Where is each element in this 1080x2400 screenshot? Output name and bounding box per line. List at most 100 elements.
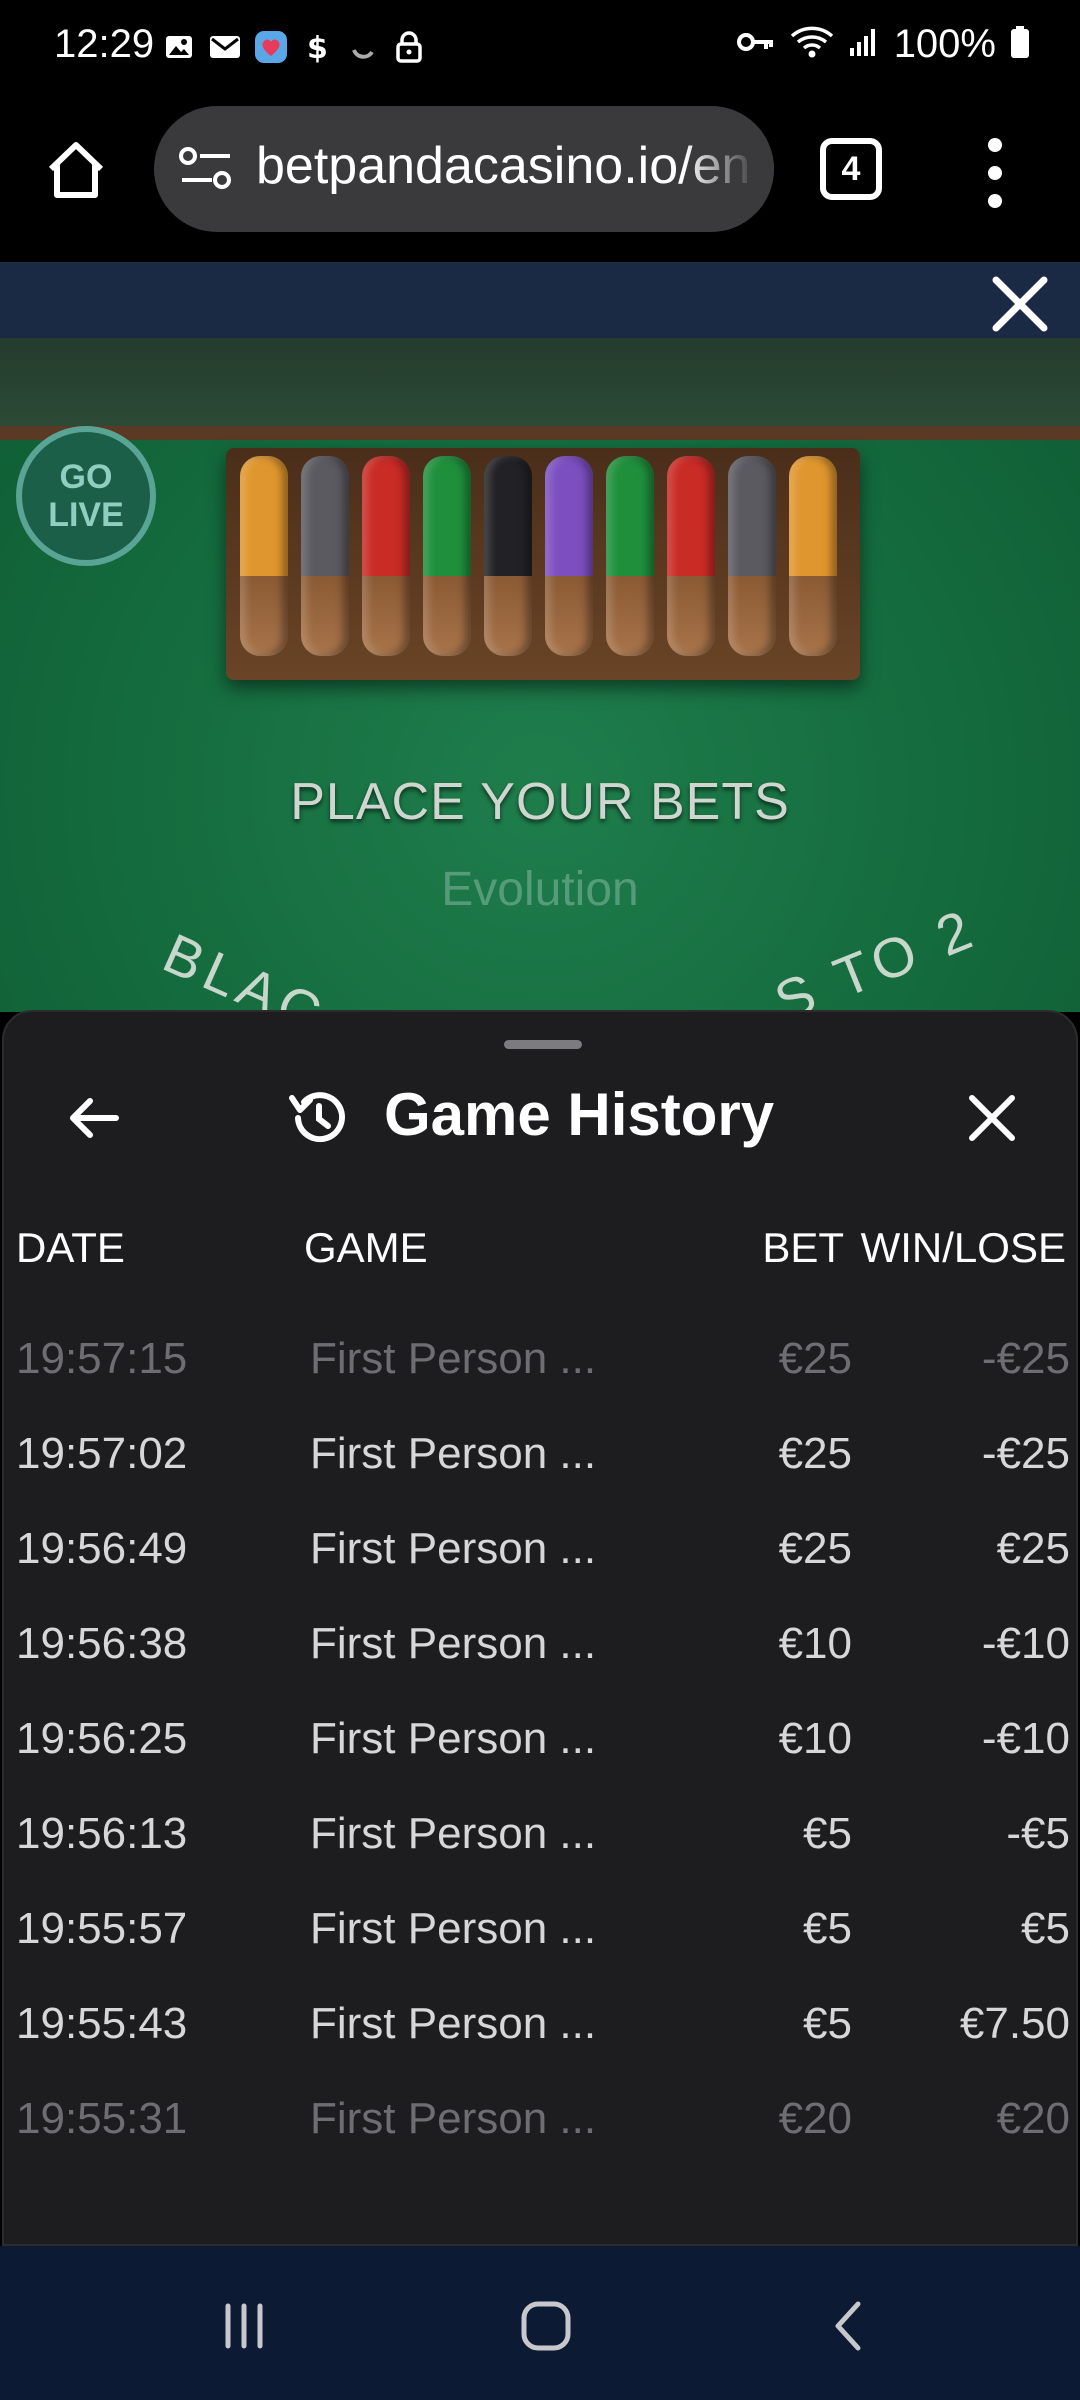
row-win-lose: €7.50: [959, 1999, 1070, 2048]
row-bet: €10: [778, 1619, 852, 1668]
browser-toolbar: betpandacasino.io/en 4: [0, 98, 1080, 262]
chip-stack: [484, 456, 532, 656]
battery-icon: [1010, 25, 1030, 64]
tabs-button[interactable]: 4: [820, 138, 882, 200]
row-date: 19:55:43: [16, 1999, 188, 2048]
row-date: 19:56:49: [16, 1524, 188, 1573]
row-game: First Person ...: [310, 1334, 597, 1383]
key-icon: [736, 30, 776, 59]
heart-app-icon: [254, 30, 288, 64]
close-game-icon[interactable]: [984, 268, 1056, 340]
chip-stack: [606, 456, 654, 656]
chip-stack: [545, 456, 593, 656]
row-date: 19:56:13: [16, 1809, 188, 1858]
recent-apps-icon[interactable]: [214, 2296, 274, 2356]
row-date: 19:55:57: [16, 1904, 188, 1953]
row-date: 19:57:15: [16, 1334, 188, 1383]
close-icon[interactable]: [962, 1088, 1022, 1148]
go-live-button[interactable]: GO LIVE: [16, 426, 156, 566]
drag-handle[interactable]: [504, 1040, 582, 1049]
chip-stack: [423, 456, 471, 656]
row-bet: €25: [778, 1334, 852, 1383]
table-rail: [0, 338, 1080, 426]
go-live-label: GO: [59, 458, 113, 496]
chip-tray: [226, 448, 860, 680]
column-header-date: DATE: [16, 1224, 125, 1271]
place-bets-text: PLACE YOUR BETS: [290, 773, 790, 831]
row-game: First Person ...: [310, 1904, 597, 1953]
row-win-lose: €25: [996, 1524, 1070, 1573]
history-row[interactable]: 19:57:02 First Person ... €25 -€25: [4, 1407, 1076, 1502]
history-row[interactable]: 19:55:43 First Person ... €5 €7.50: [4, 1977, 1076, 2072]
row-win-lose: -€25: [981, 1334, 1070, 1383]
row-game: First Person ...: [310, 1429, 597, 1478]
row-date: 19:56:38: [16, 1619, 188, 1668]
address-bar[interactable]: betpandacasino.io/en: [154, 106, 774, 232]
browser-menu-button[interactable]: [980, 138, 1010, 208]
row-bet: €10: [778, 1714, 852, 1763]
chip-stack: [667, 456, 715, 656]
system-nav-bar: [0, 2246, 1080, 2400]
column-header-bet: BET: [762, 1224, 844, 1271]
column-header-game: GAME: [304, 1224, 428, 1271]
row-game: First Person ...: [310, 1619, 597, 1668]
game-area[interactable]: GO LIVE PLACE YOUR BETS Evolution BLAC S…: [0, 262, 1080, 1012]
row-bet: €20: [778, 2094, 852, 2143]
column-header-win-lose: WIN/LOSE: [860, 1224, 1066, 1271]
history-row[interactable]: 19:56:25 First Person ... €10 -€10: [4, 1692, 1076, 1787]
row-game: First Person ...: [310, 2094, 597, 2143]
chip-stack: [728, 456, 776, 656]
row-win-lose: -€5: [1006, 1809, 1070, 1858]
history-row[interactable]: 19:56:38 First Person ... €10 -€10: [4, 1597, 1076, 1692]
status-right: 100%: [736, 22, 1030, 67]
signal-icon: [848, 26, 880, 63]
provider-logo-text: Evolution: [441, 863, 639, 916]
battery-percentage: 100%: [893, 22, 996, 66]
row-bet: €25: [778, 1524, 852, 1573]
history-row[interactable]: 19:55:57 First Person ... €5 €5: [4, 1882, 1076, 1977]
site-settings-icon[interactable]: [178, 146, 234, 192]
svg-text:$: $: [307, 31, 328, 64]
tab-count: 4: [841, 149, 861, 188]
row-game: First Person ...: [310, 1714, 597, 1763]
dollar-icon: $: [300, 30, 334, 64]
wifi-icon: [790, 24, 834, 65]
chip-stack: [789, 456, 837, 656]
row-game: First Person ...: [310, 1999, 597, 2048]
row-bet: €5: [803, 1999, 852, 2048]
home-icon: [48, 142, 104, 198]
row-bet: €5: [803, 1904, 852, 1953]
row-game: First Person ...: [310, 1524, 597, 1573]
back-nav-icon[interactable]: [820, 2296, 880, 2356]
history-row[interactable]: 19:57:15 First Person ... €25 -€25: [4, 1312, 1076, 1407]
history-row[interactable]: 19:55:31 First Person ... €20 €20: [4, 2072, 1076, 2167]
status-icons-left: $: [162, 30, 426, 64]
row-date: 19:56:25: [16, 1714, 188, 1763]
row-win-lose: -€25: [981, 1429, 1070, 1478]
back-arrow-icon[interactable]: [64, 1088, 124, 1148]
status-time: 12:29: [54, 22, 155, 66]
history-row[interactable]: 19:56:13 First Person ... €5 -€5: [4, 1787, 1076, 1882]
row-win-lose: €5: [1021, 1904, 1070, 1953]
chip-stack: [240, 456, 288, 656]
go-live-label: LIVE: [48, 496, 124, 534]
lock-icon: [392, 30, 426, 64]
row-date: 19:57:02: [16, 1429, 188, 1478]
home-nav-icon[interactable]: [516, 2296, 576, 2356]
url-text: betpandacasino.io/en: [256, 137, 751, 195]
home-button[interactable]: [40, 134, 112, 206]
row-bet: €25: [778, 1429, 852, 1478]
menu-dot: [988, 166, 1002, 180]
chip-stack: [362, 456, 410, 656]
row-game: First Person ...: [310, 1809, 597, 1858]
history-row[interactable]: 19:56:49 First Person ... €25 €25: [4, 1502, 1076, 1597]
row-date: 19:55:31: [16, 2094, 188, 2143]
loading-icon: [346, 30, 380, 64]
game-history-sheet: Game History DATE GAME BET WIN/LOSE 19:5…: [2, 1010, 1078, 2246]
mail-icon: [208, 30, 242, 64]
status-bar: 12:29 $ 100%: [0, 0, 1080, 98]
chip-stack: [301, 456, 349, 656]
url-fade: [684, 106, 774, 232]
row-bet: €5: [803, 1809, 852, 1858]
sheet-title: Game History: [384, 1081, 775, 1148]
